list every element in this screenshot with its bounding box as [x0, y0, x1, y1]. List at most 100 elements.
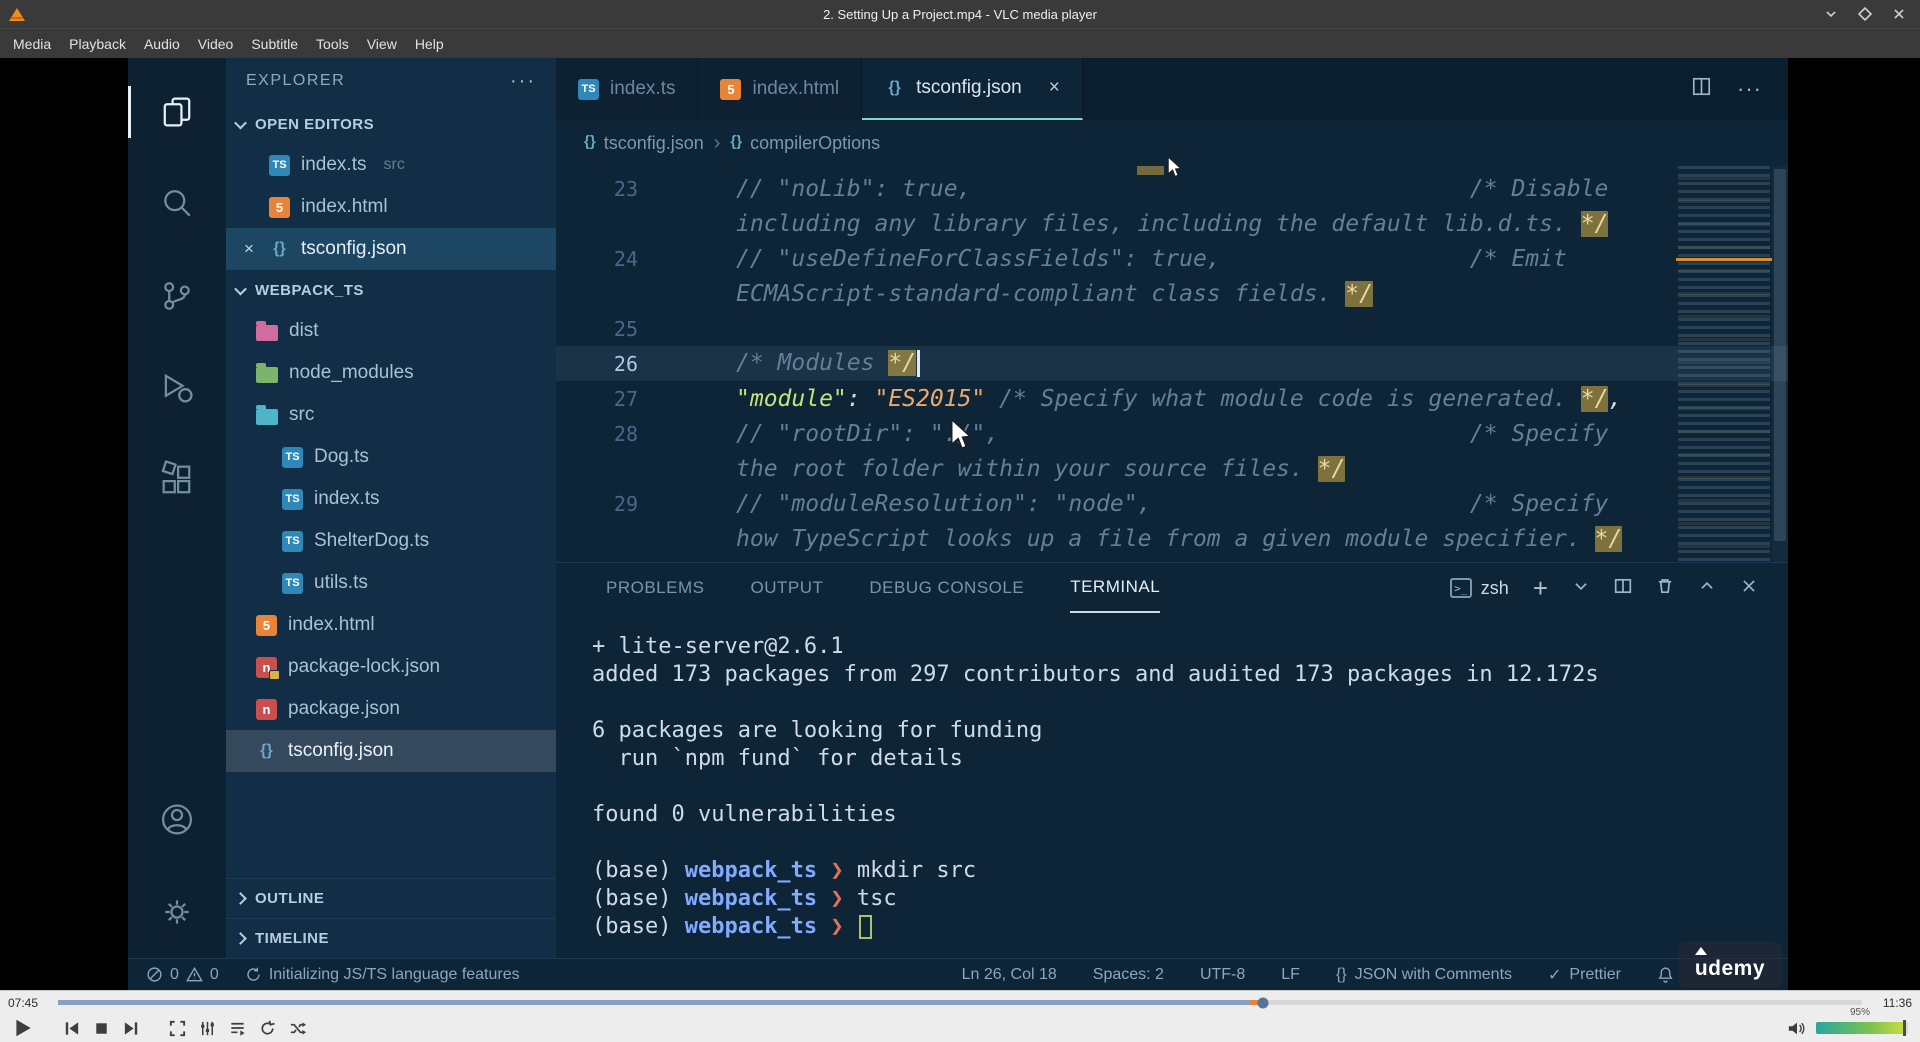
- eol[interactable]: LF: [1281, 966, 1300, 984]
- braces-icon: {}: [1335, 965, 1347, 983]
- npm-lock-icon: n: [256, 656, 280, 680]
- new-terminal-icon[interactable]: +: [1533, 575, 1548, 601]
- code-editor[interactable]: 23// "noLib": true, /* Disable including …: [556, 166, 1788, 562]
- braces-icon: {}: [730, 132, 743, 150]
- sync-icon: [247, 967, 260, 981]
- tree-item-package-lock.json[interactable]: n package-lock.json: [226, 646, 556, 688]
- seek-slider[interactable]: [58, 997, 1862, 1008]
- indentation[interactable]: Spaces: 2: [1093, 966, 1164, 984]
- panel-tab-terminal[interactable]: TERMINAL: [1070, 563, 1161, 613]
- panel-tab-debug-console[interactable]: DEBUG CONSOLE: [869, 563, 1024, 613]
- menu-video[interactable]: Video: [189, 29, 243, 58]
- open-editors-header[interactable]: OPEN EDITORS: [226, 104, 556, 144]
- extensions-icon[interactable]: [128, 434, 226, 526]
- fullscreen-button[interactable]: [162, 1015, 192, 1041]
- menu-playback[interactable]: Playback: [60, 29, 135, 58]
- previous-button[interactable]: [56, 1015, 86, 1041]
- menu-tools[interactable]: Tools: [307, 29, 358, 58]
- menu-media[interactable]: Media: [0, 29, 60, 58]
- language-status[interactable]: Initializing JS/TS language features: [245, 966, 520, 984]
- open-editor-index.ts[interactable]: TS index.ts src: [226, 144, 556, 186]
- editor-tab-bar: TS index.ts 5 index.html{} tsconfig.json × ··…: [556, 58, 1788, 120]
- minimize-button[interactable]: [1824, 7, 1838, 21]
- playlist-button[interactable]: [222, 1015, 252, 1041]
- extended-settings-button[interactable]: [192, 1015, 222, 1041]
- maximize-button[interactable]: [1858, 7, 1872, 21]
- encoding[interactable]: UTF-8: [1200, 966, 1245, 984]
- breadcrumb[interactable]: {} tsconfig.json ›{} compilerOptions: [556, 120, 1788, 166]
- tree-item-utils.ts[interactable]: TS utils.ts: [226, 562, 556, 604]
- problems-indicator[interactable]: 0 0: [146, 966, 219, 984]
- editor-more-actions-icon[interactable]: ···: [1737, 76, 1762, 102]
- search-match-fragment: [1137, 166, 1164, 175]
- menu-view[interactable]: View: [358, 29, 406, 58]
- explorer-more-actions-icon[interactable]: ···: [510, 70, 536, 93]
- video-area[interactable]: EXPLORER ··· OPEN EDITORS TS index.ts src 5…: [0, 58, 1920, 990]
- tab-tsconfig.json[interactable]: {} tsconfig.json ×: [862, 58, 1083, 120]
- language-mode[interactable]: {} JSON with Comments: [1336, 966, 1512, 984]
- stop-button[interactable]: [86, 1015, 116, 1041]
- tree-item-index.html[interactable]: 5 index.html: [226, 604, 556, 646]
- menu-audio[interactable]: Audio: [135, 29, 189, 58]
- vlc-window: 2. Setting Up a Project.mp4 - VLC media …: [0, 0, 1920, 1042]
- terminal-dropdown-icon[interactable]: [1572, 577, 1590, 600]
- tree-item-node_modules[interactable]: node_modules: [226, 352, 556, 394]
- tree-item-Dog.ts[interactable]: TS Dog.ts: [226, 436, 556, 478]
- open-editor-index.html[interactable]: 5 index.html: [226, 186, 556, 228]
- sidebar-bottom-sections: OUTLINE TIMELINE: [226, 878, 556, 958]
- close-tab-icon[interactable]: ×: [1049, 77, 1060, 99]
- chevron-right-icon: [234, 892, 247, 905]
- tree-item-src[interactable]: src: [226, 394, 556, 436]
- workspace-header[interactable]: WEBPACK_TS: [226, 270, 556, 310]
- tree-item-package.json[interactable]: n package.json: [226, 688, 556, 730]
- shell-selector[interactable]: >_ zsh: [1449, 578, 1509, 599]
- split-terminal-icon[interactable]: [1614, 577, 1632, 600]
- accounts-icon[interactable]: [128, 774, 226, 866]
- tree-item-tsconfig.json[interactable]: {} tsconfig.json: [226, 730, 556, 772]
- kill-terminal-icon[interactable]: [1656, 577, 1674, 600]
- search-icon[interactable]: [128, 158, 226, 250]
- source-control-icon[interactable]: [128, 250, 226, 342]
- settings-icon[interactable]: [128, 866, 226, 958]
- editor-line-23: 23// "noLib": true, /* Disable: [613, 175, 1609, 202]
- vlc-controller: 07:45 11:36 95%: [0, 990, 1920, 1042]
- open-editor-tsconfig.json[interactable]: ×{} tsconfig.json: [226, 228, 556, 270]
- breadcrumb-item[interactable]: {} compilerOptions: [730, 133, 880, 154]
- activity-bar: [128, 58, 226, 958]
- seek-handle[interactable]: [1257, 997, 1269, 1008]
- window-title: 2. Setting Up a Project.mp4 - VLC media …: [823, 6, 1097, 22]
- play-button[interactable]: [6, 1015, 40, 1041]
- breadcrumb-item[interactable]: {} tsconfig.json: [584, 133, 704, 154]
- split-editor-icon[interactable]: [1692, 77, 1711, 101]
- run-debug-icon[interactable]: [128, 342, 226, 434]
- maximize-panel-icon[interactable]: [1698, 577, 1716, 600]
- volume-slider[interactable]: [1816, 1020, 1908, 1036]
- tab-index.ts[interactable]: TS index.ts: [556, 58, 699, 120]
- menu-subtitle[interactable]: Subtitle: [242, 29, 307, 58]
- cursor-position[interactable]: Ln 26, Col 18: [962, 966, 1057, 984]
- speaker-icon[interactable]: [1787, 1020, 1807, 1037]
- terminal[interactable]: + lite-server@2.6.1 added 173 packages fr…: [556, 613, 1788, 958]
- loop-button[interactable]: [252, 1015, 282, 1041]
- panel-tab-output[interactable]: OUTPUT: [750, 563, 823, 613]
- feedback-icon[interactable]: [1657, 966, 1674, 983]
- tab-index.html[interactable]: 5 index.html: [698, 58, 863, 120]
- panel-tab-bar: PROBLEMS OUTPUT DEBUG CONSOLE TERMINAL >_ z…: [556, 563, 1788, 613]
- close-button[interactable]: [1892, 7, 1906, 21]
- menu-help[interactable]: Help: [406, 29, 453, 58]
- minimap[interactable]: [1676, 166, 1772, 562]
- random-button[interactable]: [282, 1015, 312, 1041]
- editor-scrollbar[interactable]: [1772, 166, 1788, 562]
- ts-icon: TS: [282, 446, 303, 468]
- section-outline[interactable]: OUTLINE: [226, 878, 556, 918]
- section-timeline[interactable]: TIMELINE: [226, 918, 556, 958]
- tree-item-index.ts[interactable]: TS index.ts: [226, 478, 556, 520]
- formatter[interactable]: ✓ Prettier: [1548, 965, 1621, 985]
- explorer-icon[interactable]: [128, 66, 226, 158]
- panel-tab-problems[interactable]: PROBLEMS: [606, 563, 704, 613]
- close-panel-icon[interactable]: [1740, 577, 1758, 600]
- tree-item-ShelterDog.ts[interactable]: TS ShelterDog.ts: [226, 520, 556, 562]
- next-button[interactable]: [116, 1015, 146, 1041]
- tree-item-dist[interactable]: dist: [226, 310, 556, 352]
